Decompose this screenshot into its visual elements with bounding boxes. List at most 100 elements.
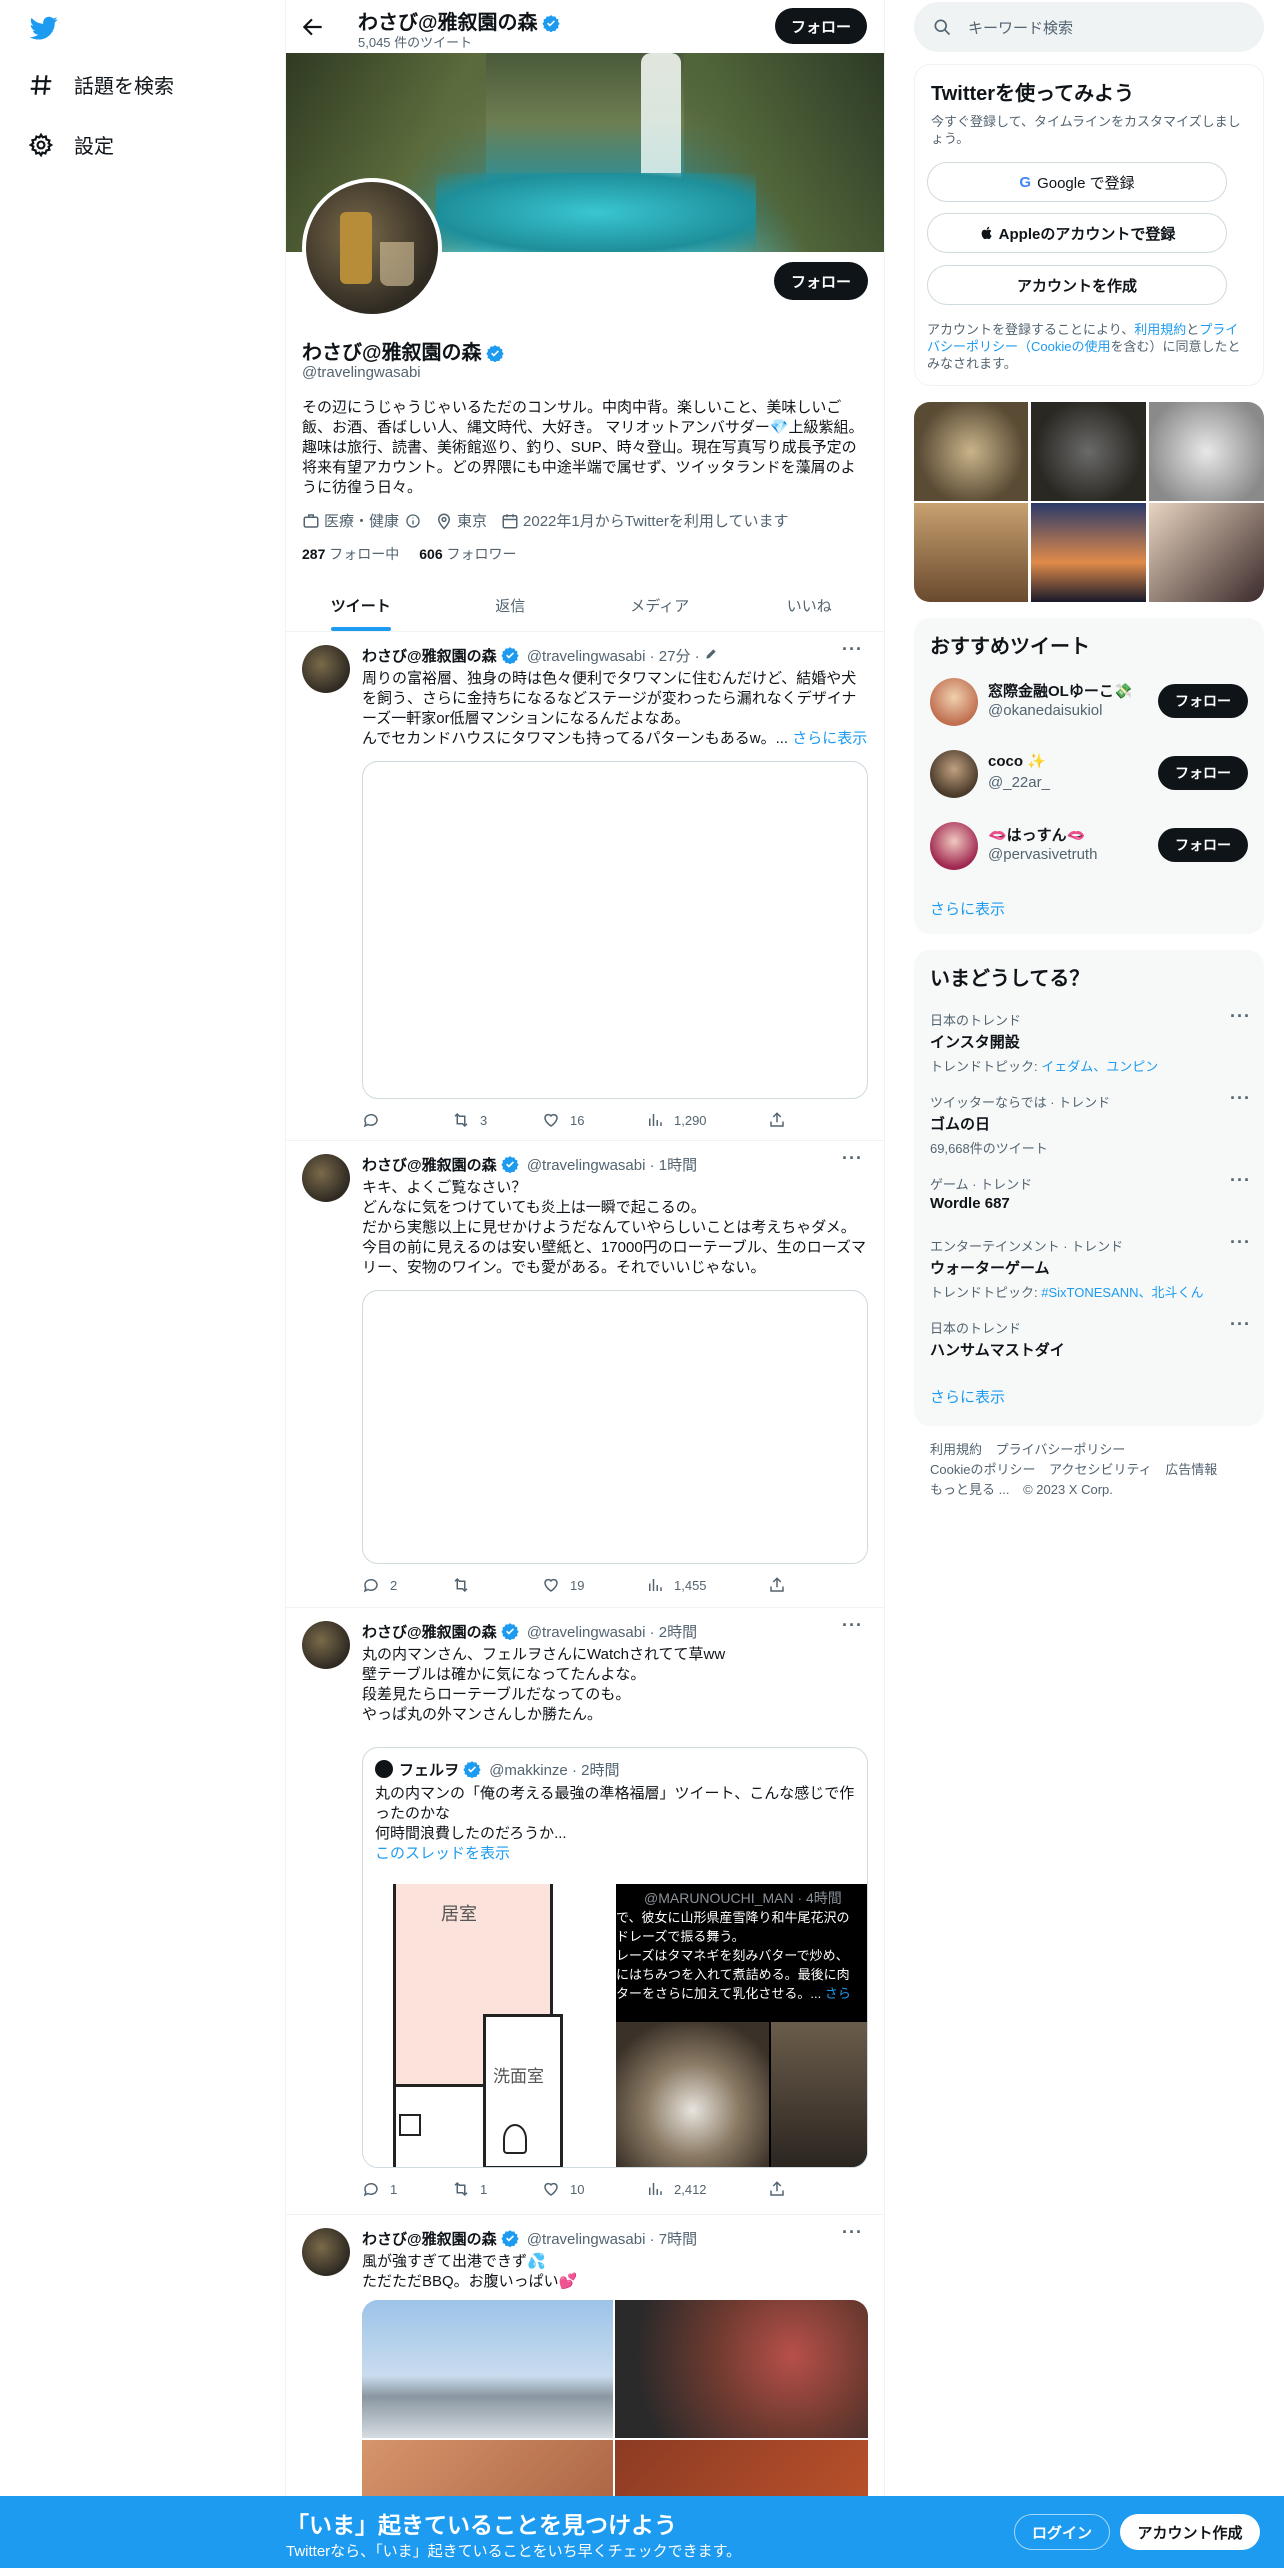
like-button[interactable]: 10 <box>542 2180 584 2198</box>
tweet-avatar[interactable] <box>302 2228 350 2276</box>
create-account-button[interactable]: アカウントを作成 <box>927 265 1227 305</box>
twitter-logo-icon[interactable] <box>28 14 60 42</box>
share-button[interactable] <box>768 1576 796 1594</box>
tweet-time[interactable]: · 7時間 <box>650 2231 698 2248</box>
user-handle[interactable]: @pervasivetruth <box>988 846 1097 863</box>
tweet-time[interactable]: · 2時間 <box>650 1624 698 1641</box>
tab-replies[interactable]: 返信 <box>436 580 586 631</box>
footer-link[interactable]: プライバシーポリシー <box>996 1442 1126 1457</box>
retweet-button[interactable]: 1 <box>452 2180 487 2198</box>
floor-plan-image[interactable]: 居室 洗面室 <box>363 1884 614 2167</box>
tweet-avatar[interactable] <box>302 1621 350 1669</box>
footer-link[interactable]: 利用規約 <box>930 1442 982 1457</box>
user-handle[interactable]: @_22ar_ <box>988 774 1050 791</box>
views-button[interactable]: 1,455 <box>646 1576 707 1594</box>
trend-item[interactable]: ゲーム · トレンド Wordle 687 <box>930 1174 1250 1212</box>
tweet-author-name[interactable]: わさび@雅叙園の森 <box>362 648 497 665</box>
tweet-time[interactable]: · 27分 · <box>650 648 700 665</box>
trend-more-icon[interactable]: ··· <box>1230 1232 1251 1253</box>
recommended-user[interactable]: coco ✨ @_22ar_ フォロー <box>930 746 1250 806</box>
share-button[interactable] <box>768 2180 796 2198</box>
tweet-avatar[interactable] <box>302 645 350 693</box>
like-button[interactable]: 16 <box>542 1111 584 1129</box>
reply-button[interactable]: 1 <box>362 2180 397 2198</box>
tweet-author-name[interactable]: わさび@雅叙園の森 <box>362 1624 497 1641</box>
reply-button[interactable] <box>362 1111 390 1129</box>
trend-item[interactable]: 日本のトレンド インスタ開設 トレンドトピック: イェダム、ユンピン <box>930 1010 1250 1075</box>
tweet-handle[interactable]: @travelingwasabi <box>527 2231 646 2248</box>
footer-link[interactable]: 広告情報 <box>1165 1462 1217 1477</box>
photo-grill[interactable] <box>615 2300 868 2438</box>
show-thread-link[interactable]: このスレッドを表示 <box>375 1844 865 1864</box>
share-button[interactable] <box>768 1111 796 1129</box>
show-more-link[interactable]: さらに表示 <box>792 730 867 747</box>
google-signup-button[interactable]: G Google で登録 <box>927 162 1227 202</box>
following-link[interactable]: 287 フォロー中 <box>302 544 399 564</box>
quoted-tweet[interactable]: フェルヲ @makkinze · 2時間 丸の内マンの「俺の考える最強の準格福層… <box>362 1747 868 2168</box>
like-button[interactable]: 19 <box>542 1576 584 1594</box>
trend-item[interactable]: エンターテインメント · トレンド ウォーターゲーム トレンドトピック: #Si… <box>930 1236 1250 1301</box>
tab-likes[interactable]: いいね <box>735 580 885 631</box>
trends-show-more[interactable]: さらに表示 <box>930 1386 1005 1407</box>
user-name[interactable]: 窓際金融OLゆーこ💸 <box>988 680 1133 701</box>
user-name[interactable]: 🫦はっすん🫦 <box>988 824 1085 845</box>
terms-link[interactable]: 利用規約 <box>1134 322 1186 337</box>
media-thumb[interactable] <box>914 402 1028 501</box>
tweet[interactable]: わさび@雅叙園の森 @travelingwasabi · 1時間 ··· キキ、… <box>286 1142 884 1608</box>
tweet-time[interactable]: · 1時間 <box>650 1157 698 1174</box>
recommended-user[interactable]: 🫦はっすん🫦 @pervasivetruth フォロー <box>930 818 1250 878</box>
media-thumb[interactable] <box>1149 402 1264 501</box>
user-name[interactable]: coco ✨ <box>988 752 1046 770</box>
reply-button[interactable]: 2 <box>362 1576 397 1594</box>
trend-more-icon[interactable]: ··· <box>1230 1170 1251 1191</box>
views-button[interactable]: 2,412 <box>646 2180 707 2198</box>
tab-media[interactable]: メディア <box>585 580 735 631</box>
user-follow-button[interactable]: フォロー <box>1158 756 1248 790</box>
tweet[interactable]: わさび@雅叙園の森 @travelingwasabi · 2時間 ··· 丸の内… <box>286 1609 884 2215</box>
tweet-author-name[interactable]: わさび@雅叙園の森 <box>362 2231 497 2248</box>
user-avatar[interactable] <box>930 678 978 726</box>
tweet[interactable]: わさび@雅叙園の森 @travelingwasabi · 27分 · ··· 周… <box>286 633 884 1141</box>
trend-item[interactable]: 日本のトレンド ハンサムマストダイ <box>930 1318 1250 1360</box>
user-follow-button[interactable]: フォロー <box>1158 828 1248 862</box>
media-thumb[interactable] <box>914 503 1028 602</box>
footer-link[interactable]: アクセシビリティ <box>1049 1462 1152 1477</box>
recommended-user[interactable]: 窓際金融OLゆーこ💸 @okanedaisukiol フォロー <box>930 674 1250 734</box>
trend-item[interactable]: ツイッターならでは · トレンド ゴムの日 69,668件のツイート <box>930 1092 1250 1157</box>
user-avatar[interactable] <box>930 750 978 798</box>
photo-harbor[interactable] <box>362 2300 613 2438</box>
nav-item-explore[interactable]: 話題を検索 <box>28 70 174 99</box>
tweet-author-name[interactable]: わさび@雅叙園の森 <box>362 1157 497 1174</box>
header-follow-button[interactable]: フォロー <box>775 8 867 44</box>
profile-follow-button[interactable]: フォロー <box>774 262 868 300</box>
trend-more-icon[interactable]: ··· <box>1230 1088 1251 1109</box>
views-button[interactable]: 1,290 <box>646 1111 707 1129</box>
info-icon[interactable] <box>405 513 421 529</box>
search-box[interactable]: キーワード検索 <box>914 2 1264 52</box>
retweet-button[interactable] <box>452 1576 480 1594</box>
media-thumb[interactable] <box>1031 402 1146 501</box>
user-handle[interactable]: @okanedaisukiol <box>988 702 1102 719</box>
more-options-icon[interactable]: ··· <box>842 639 863 660</box>
media-thumb[interactable] <box>1149 503 1264 602</box>
login-button[interactable]: ログイン <box>1014 2514 1110 2550</box>
media-thumb[interactable] <box>1031 503 1146 602</box>
signup-button[interactable]: アカウント作成 <box>1120 2514 1260 2550</box>
user-follow-button[interactable]: フォロー <box>1158 684 1248 718</box>
tab-tweets[interactable]: ツイート <box>286 580 436 631</box>
more-options-icon[interactable]: ··· <box>842 1148 863 1169</box>
tweet-avatar[interactable] <box>302 1154 350 1202</box>
back-arrow-icon[interactable] <box>300 14 326 40</box>
followers-link[interactable]: 606 フォロワー <box>419 544 516 564</box>
more-options-icon[interactable]: ··· <box>842 2222 863 2243</box>
tweet-handle[interactable]: @travelingwasabi <box>527 648 646 665</box>
nav-item-settings[interactable]: 設定 <box>28 130 114 159</box>
tweet-media[interactable] <box>362 1290 868 1564</box>
tweet-handle[interactable]: @travelingwasabi <box>527 1624 646 1641</box>
recommended-show-more[interactable]: さらに表示 <box>930 898 1005 919</box>
user-avatar[interactable] <box>930 822 978 870</box>
profile-avatar[interactable] <box>302 178 442 318</box>
trend-more-icon[interactable]: ··· <box>1230 1006 1251 1027</box>
retweet-button[interactable]: 3 <box>452 1111 487 1129</box>
tweet-handle[interactable]: @travelingwasabi <box>527 1157 646 1174</box>
